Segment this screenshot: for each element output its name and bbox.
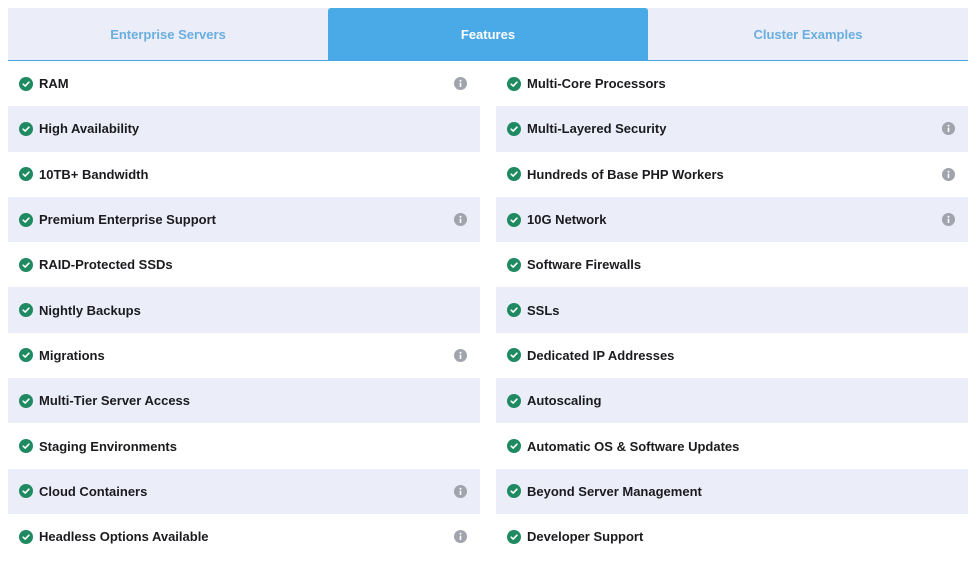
- feature-label: Developer Support: [527, 529, 644, 545]
- check-circle-icon: [507, 121, 521, 136]
- tab-cluster-examples[interactable]: Cluster Examples: [648, 8, 968, 60]
- feature-row: 10G Network: [496, 196, 968, 243]
- check-circle-icon: [507, 484, 521, 499]
- feature-label: High Availability: [39, 121, 140, 137]
- feature-row: RAM: [8, 61, 480, 106]
- tab-enterprise-servers[interactable]: Enterprise Servers: [8, 8, 328, 60]
- feature-label: Multi-Tier Server Access: [39, 393, 191, 409]
- feature-label: Hundreds of Base PHP Workers: [527, 166, 724, 182]
- check-circle-icon: [19, 348, 33, 363]
- feature-label: Multi-Layered Security: [527, 121, 667, 137]
- info-icon[interactable]: [454, 213, 467, 227]
- check-circle-icon: [507, 212, 521, 227]
- feature-label: 10TB+ Bandwidth: [39, 166, 149, 182]
- feature-label: Autoscaling: [527, 393, 602, 409]
- feature-row: SSLs: [496, 287, 968, 333]
- check-circle-icon: [19, 76, 33, 91]
- feature-row: Multi-Core Processors: [496, 61, 968, 106]
- features-list-right: Multi-Core Processors Multi-Layered Secur…: [496, 61, 968, 559]
- feature-row: Beyond Server Management: [496, 468, 968, 514]
- info-icon[interactable]: [454, 77, 467, 91]
- feature-label: Multi-Core Processors: [527, 76, 666, 92]
- feature-label: Staging Environments: [39, 438, 177, 454]
- feature-label: Migrations: [39, 347, 105, 363]
- check-circle-icon: [19, 393, 33, 408]
- check-circle-icon: [19, 257, 33, 272]
- info-icon[interactable]: [942, 167, 955, 181]
- feature-label: Premium Enterprise Support: [39, 212, 216, 228]
- info-icon[interactable]: [454, 530, 467, 544]
- check-circle-icon: [19, 212, 33, 227]
- check-circle-icon: [507, 167, 521, 182]
- check-circle-icon: [19, 529, 33, 544]
- check-circle-icon: [507, 439, 521, 454]
- feature-label: 10G Network: [527, 212, 607, 228]
- feature-row: Premium Enterprise Support: [8, 196, 480, 243]
- feature-row: Autoscaling: [496, 378, 968, 424]
- check-circle-icon: [19, 439, 33, 454]
- features-list-left: RAM High Availability 10TB+ Bandwidth Premi…: [8, 61, 480, 559]
- info-icon[interactable]: [942, 122, 955, 136]
- feature-label: RAID-Protected SSDs: [39, 257, 173, 273]
- feature-label: Headless Options Available: [39, 529, 209, 545]
- check-circle-icon: [507, 529, 521, 544]
- feature-label: Dedicated IP Addresses: [527, 347, 675, 363]
- feature-row: Developer Support: [496, 514, 968, 559]
- feature-row: Headless Options Available: [8, 514, 480, 559]
- feature-row: RAID-Protected SSDs: [8, 242, 480, 287]
- feature-row: Automatic OS & Software Updates: [496, 423, 968, 468]
- feature-row: Nightly Backups: [8, 287, 480, 333]
- feature-row: 10TB+ Bandwidth: [8, 152, 480, 197]
- check-circle-icon: [19, 303, 33, 318]
- check-circle-icon: [507, 303, 521, 318]
- check-circle-icon: [507, 348, 521, 363]
- feature-row: Hundreds of Base PHP Workers: [496, 152, 968, 197]
- feature-row: Multi-Layered Security: [496, 106, 968, 152]
- info-icon[interactable]: [942, 213, 955, 227]
- feature-row: Staging Environments: [8, 423, 480, 468]
- info-icon[interactable]: [454, 348, 467, 362]
- check-circle-icon: [507, 257, 521, 272]
- check-circle-icon: [507, 393, 521, 408]
- feature-row: Cloud Containers: [8, 468, 480, 514]
- feature-row: Multi-Tier Server Access: [8, 378, 480, 424]
- feature-label: Software Firewalls: [527, 257, 642, 273]
- info-icon[interactable]: [454, 484, 467, 498]
- check-circle-icon: [19, 167, 33, 182]
- feature-label: Cloud Containers: [39, 483, 148, 499]
- tab-bar: Enterprise Servers Features Cluster Exam…: [8, 8, 968, 61]
- feature-label: Automatic OS & Software Updates: [527, 438, 740, 454]
- tab-features[interactable]: Features: [328, 8, 648, 60]
- feature-label: Beyond Server Management: [527, 483, 702, 499]
- feature-row: Migrations: [8, 333, 480, 378]
- feature-row: High Availability: [8, 106, 480, 152]
- feature-label: RAM: [39, 76, 69, 92]
- feature-row: Dedicated IP Addresses: [496, 333, 968, 378]
- feature-row: Software Firewalls: [496, 242, 968, 287]
- check-circle-icon: [19, 484, 33, 499]
- check-circle-icon: [19, 121, 33, 136]
- feature-label: Nightly Backups: [39, 302, 141, 318]
- feature-label: SSLs: [527, 302, 560, 318]
- check-circle-icon: [507, 76, 521, 91]
